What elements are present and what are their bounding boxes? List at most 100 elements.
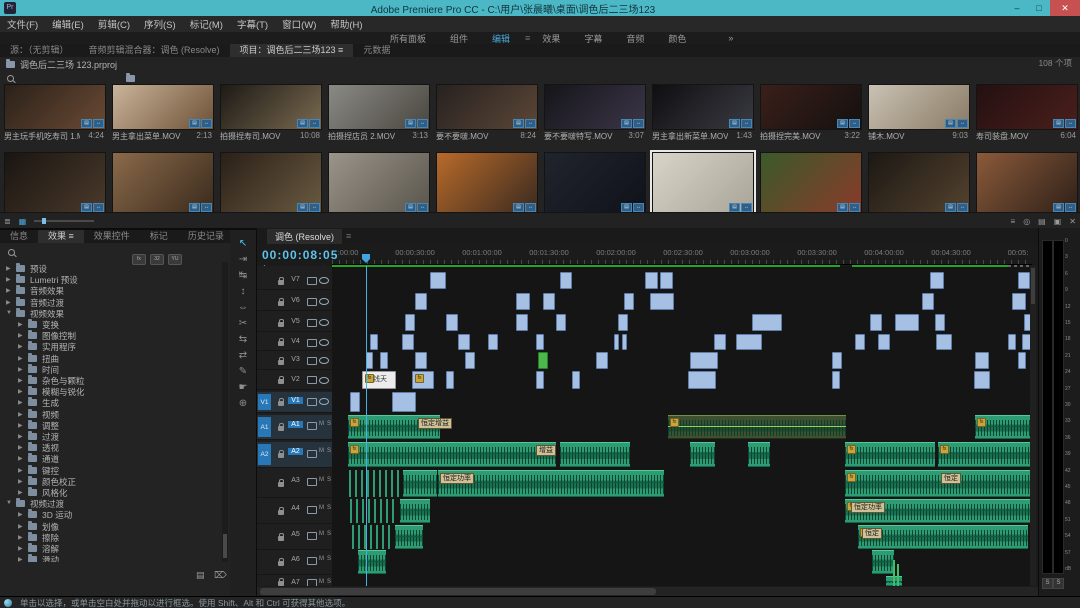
audio-transition-label[interactable]: 增益: [536, 445, 556, 456]
lock-icon[interactable]: [278, 301, 284, 306]
track-header-A2[interactable]: A2A2MS: [257, 442, 332, 468]
video-clip[interactable]: [1018, 272, 1030, 289]
sequence-tab[interactable]: 调色 (Resolve): [267, 229, 342, 244]
zoom-tool[interactable]: ⊕: [230, 396, 256, 411]
playhead-marker-icon[interactable]: [362, 254, 370, 263]
thumbnail-size-slider[interactable]: [34, 220, 94, 222]
track-name-V5[interactable]: V5: [288, 318, 303, 325]
volume-keyframe-line[interactable]: [560, 453, 630, 454]
project-clip-thumbnail[interactable]: ▤↔: [760, 84, 862, 130]
new-custom-bin-icon[interactable]: ▤: [196, 570, 205, 581]
video-clip[interactable]: [516, 293, 530, 310]
effects-tree-item[interactable]: ▶3D 运动: [0, 509, 222, 520]
track-name-V7[interactable]: V7: [288, 276, 303, 283]
video-clip[interactable]: [415, 352, 427, 369]
volume-keyframe-line[interactable]: [690, 453, 715, 454]
video-clip[interactable]: [596, 352, 608, 369]
video-clip[interactable]: [936, 334, 952, 350]
panel-menu-icon[interactable]: ≡: [525, 33, 530, 43]
video-clip[interactable]: [458, 334, 470, 350]
tree-arrow-icon[interactable]: ▶: [18, 467, 23, 474]
video-clip[interactable]: [935, 314, 945, 331]
effects-tab[interactable]: 信息: [0, 230, 38, 243]
track-header-V5[interactable]: V5: [257, 314, 332, 332]
video-clip[interactable]: [536, 371, 544, 389]
project-tab[interactable]: 源：（无剪辑）: [0, 44, 79, 57]
tree-arrow-icon[interactable]: ▶: [6, 276, 11, 283]
volume-keyframe-line[interactable]: [348, 453, 556, 454]
toggle-track-output-icon[interactable]: [319, 319, 329, 326]
tree-arrow-icon[interactable]: ▶: [18, 455, 23, 462]
track-header-A1[interactable]: A1A1MS: [257, 415, 332, 440]
audio-clip[interactable]: fx恒定: [845, 470, 1031, 497]
video-clip[interactable]: [752, 314, 782, 331]
audio-clip[interactable]: [403, 470, 437, 497]
video-clip[interactable]: [650, 293, 674, 310]
menu-item[interactable]: 剪辑(C): [91, 17, 137, 31]
tree-arrow-icon[interactable]: ▶: [18, 433, 23, 440]
track-name-A3[interactable]: A3: [288, 477, 303, 484]
toggle-track-output-icon[interactable]: [319, 377, 329, 384]
audio-clip[interactable]: [872, 550, 894, 574]
video-clip[interactable]: 钱天fx: [362, 371, 396, 389]
track-output-icon[interactable]: [307, 339, 317, 347]
project-clip-thumbnail[interactable]: ▤↔: [868, 84, 970, 130]
tree-arrow-icon[interactable]: ▶: [6, 265, 11, 272]
track-output-icon[interactable]: [307, 579, 317, 586]
audio-clip[interactable]: fx: [845, 442, 935, 467]
panel-menu-icon[interactable]: ≡: [346, 231, 351, 241]
clip-name[interactable]: 拍摄捏店员 2.MOV: [328, 131, 404, 142]
tree-arrow-icon[interactable]: ▶: [18, 377, 23, 384]
tree-arrow-icon[interactable]: ▶: [18, 422, 23, 429]
workspace-overflow[interactable]: »: [728, 33, 733, 43]
playhead-timecode[interactable]: 00:00:08:05: [262, 248, 338, 262]
find-icon[interactable]: ◎: [1023, 217, 1030, 226]
project-clip-thumbnail[interactable]: ▤↔: [652, 84, 754, 130]
menu-item[interactable]: 窗口(W): [275, 17, 323, 31]
audio-clip[interactable]: [349, 470, 401, 497]
project-clip-thumbnail[interactable]: ▤↔: [436, 152, 538, 214]
slip-tool[interactable]: ⇆: [230, 332, 256, 347]
volume-keyframe-line[interactable]: [845, 453, 935, 454]
workspace-tab-音频[interactable]: 音频: [626, 32, 644, 45]
tree-arrow-icon[interactable]: ▶: [18, 343, 23, 350]
workspace-tab-所有面板[interactable]: 所有面板: [390, 32, 426, 45]
mute-button[interactable]: M: [319, 477, 324, 483]
slide-tool[interactable]: ⇄: [230, 348, 256, 363]
meter-solo-button[interactable]: S: [1042, 578, 1053, 589]
track-name-A4[interactable]: A4: [288, 505, 303, 512]
video-clip[interactable]: [614, 334, 619, 350]
video-clip[interactable]: [560, 272, 572, 289]
tree-arrow-icon[interactable]: ▶: [18, 399, 23, 406]
timeline-vertical-scrollbar[interactable]: [1030, 266, 1036, 586]
effects-tree-item[interactable]: ▶时间: [0, 364, 222, 375]
mute-button[interactable]: M: [319, 448, 324, 454]
tree-arrow-icon[interactable]: ▶: [18, 534, 23, 541]
playhead-line[interactable]: [366, 266, 367, 586]
ripple-edit-tool[interactable]: ↹: [230, 268, 256, 283]
lock-icon[interactable]: [278, 280, 284, 285]
source-patch-A2[interactable]: A2: [258, 444, 271, 465]
effects-tree-item[interactable]: ▶变换: [0, 319, 222, 330]
audio-clip[interactable]: [560, 442, 630, 467]
project-clip-thumbnail[interactable]: ▤↔: [976, 152, 1078, 214]
effects-tree-item[interactable]: ▶音频效果: [0, 285, 222, 296]
track-output-icon[interactable]: [307, 298, 317, 306]
tree-arrow-icon[interactable]: ▶: [18, 511, 23, 518]
clear-icon[interactable]: ✕: [1069, 217, 1076, 226]
menu-item[interactable]: 编辑(E): [45, 17, 91, 31]
video-clip[interactable]: [690, 352, 718, 369]
video-clip[interactable]: [465, 352, 475, 369]
audio-clip[interactable]: [352, 525, 392, 549]
solo-button[interactable]: S: [327, 477, 331, 483]
effects-tree-item[interactable]: ▶通道: [0, 453, 222, 464]
track-name-A2[interactable]: A2: [288, 448, 303, 455]
track-name-A1[interactable]: A1: [288, 421, 303, 428]
video-clip[interactable]: [624, 293, 634, 310]
video-clip[interactable]: [516, 314, 528, 331]
video-clip[interactable]: [618, 314, 628, 331]
menu-item[interactable]: 序列(S): [137, 17, 183, 31]
effects-tree-item[interactable]: ▶滑动: [0, 554, 222, 562]
rolling-edit-tool[interactable]: ↕: [230, 284, 256, 299]
tree-arrow-icon[interactable]: ▶: [18, 523, 23, 530]
